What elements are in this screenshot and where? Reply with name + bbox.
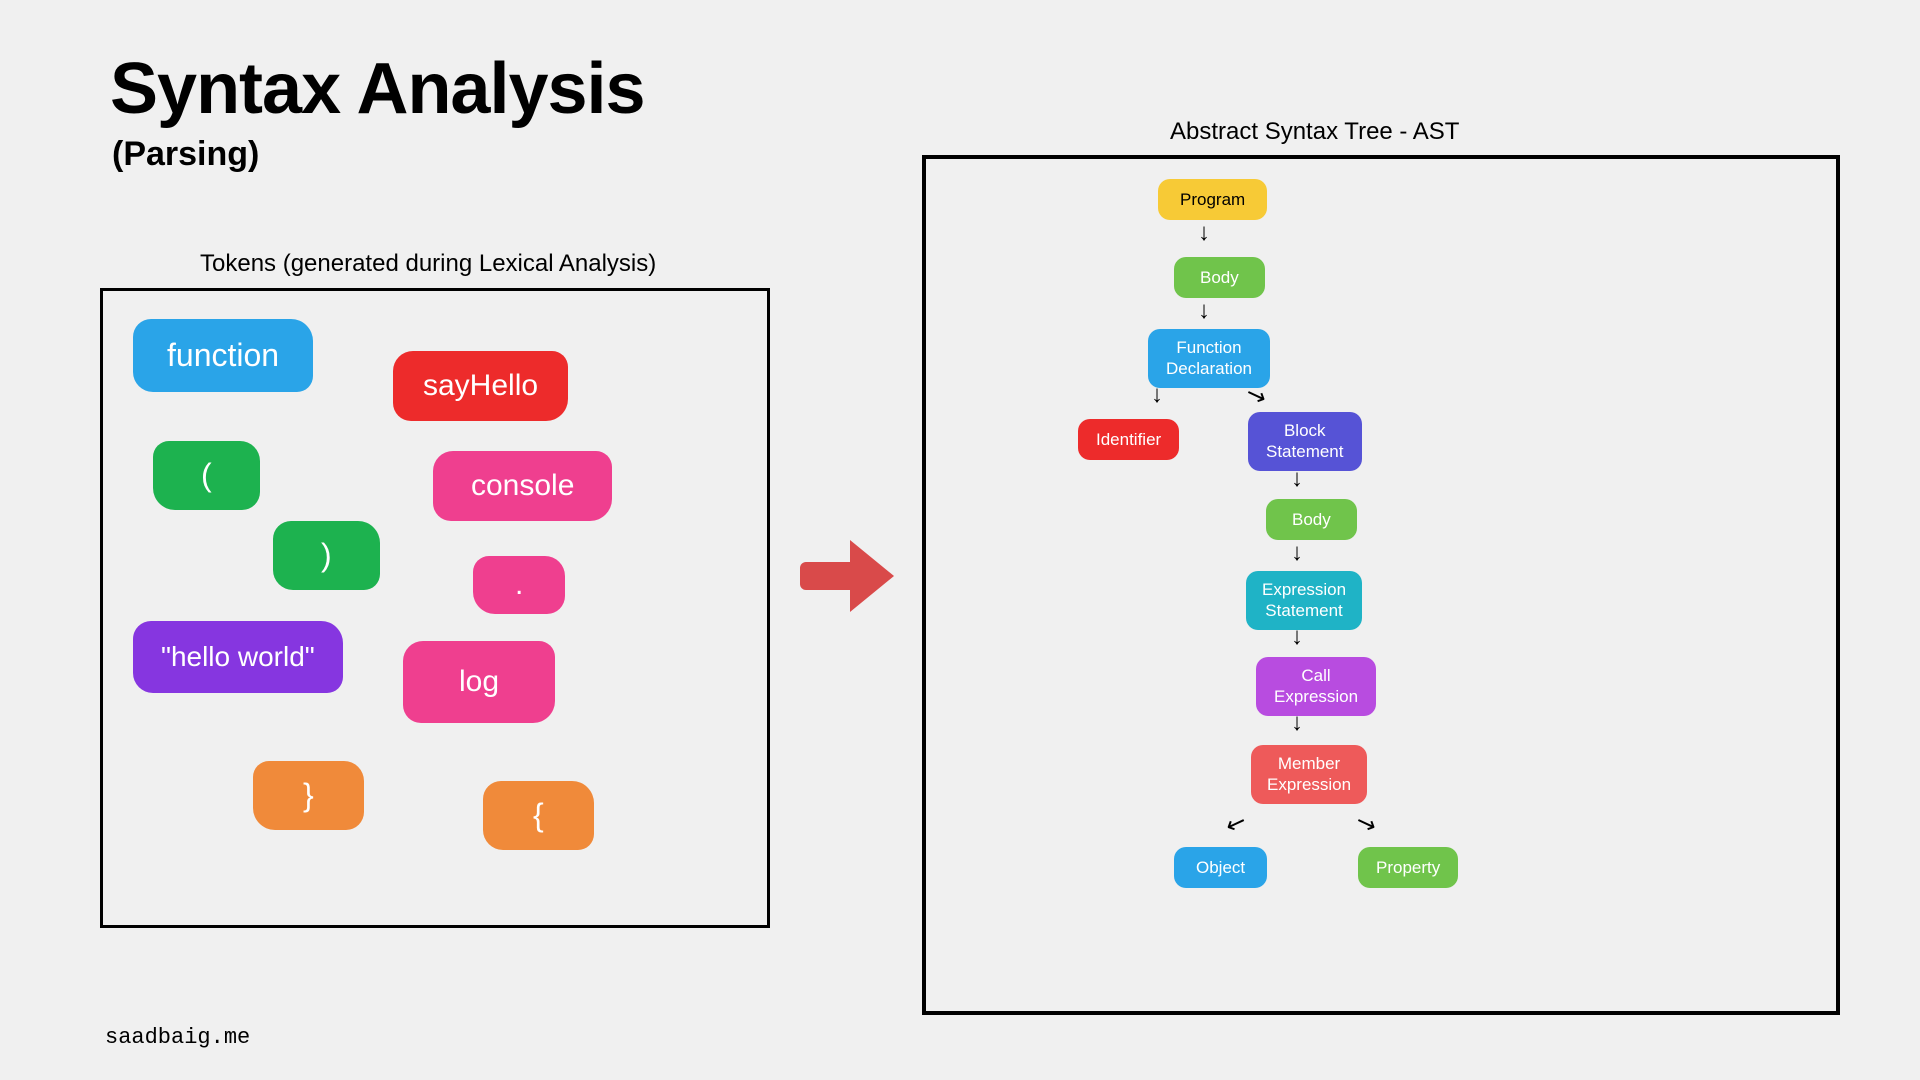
ast-container: Program ↓ Body ↓ FunctionDeclaration ↓ ↘… <box>922 155 1840 1015</box>
ast-node-property: Property <box>1358 847 1458 888</box>
arrow-down-icon: ↓ <box>1291 709 1303 737</box>
tokens-container: function sayHello ( ) console . "hello w… <box>100 288 770 928</box>
ast-node-member-expression: MemberExpression <box>1251 745 1367 804</box>
arrow-down-icon: ↓ <box>1291 539 1303 567</box>
arrow-down-left-icon: ↙ <box>1222 806 1251 840</box>
ast-node-call-expression: CallExpression <box>1256 657 1376 716</box>
token-console: console <box>433 451 612 521</box>
ast-node-object: Object <box>1174 847 1267 888</box>
token-sayhello: sayHello <box>393 351 568 421</box>
ast-node-body: Body <box>1174 257 1265 298</box>
ast-node-program: Program <box>1158 179 1267 220</box>
token-function: function <box>133 319 313 392</box>
ast-node-body: Body <box>1266 499 1357 540</box>
arrow-icon <box>800 540 900 610</box>
ast-node-expression-statement: ExpressionStatement <box>1246 571 1362 630</box>
token-left-brace: { <box>483 781 594 850</box>
ast-node-function-declaration: FunctionDeclaration <box>1148 329 1270 388</box>
tokens-label: Tokens (generated during Lexical Analysi… <box>200 250 656 278</box>
arrow-down-right-icon: ↘ <box>1352 806 1381 840</box>
token-open-paren: ( <box>153 441 260 510</box>
page-title: Syntax Analysis <box>110 48 645 130</box>
token-dot: . <box>473 556 565 614</box>
token-hello-world: "hello world" <box>133 621 343 693</box>
token-log: log <box>403 641 555 723</box>
ast-label: Abstract Syntax Tree - AST <box>1170 118 1459 146</box>
arrow-down-icon: ↓ <box>1198 219 1210 247</box>
ast-node-block-statement: BlockStatement <box>1248 412 1362 471</box>
arrow-down-icon: ↓ <box>1151 381 1163 409</box>
ast-node-identifier: Identifier <box>1078 419 1179 460</box>
footer-credit: saadbaig.me <box>105 1025 250 1050</box>
arrow-down-icon: ↓ <box>1198 297 1210 325</box>
arrow-down-icon: ↓ <box>1291 623 1303 651</box>
token-close-paren: ) <box>273 521 380 590</box>
page-subtitle: (Parsing) <box>112 135 259 174</box>
arrow-down-icon: ↓ <box>1291 465 1303 493</box>
token-right-brace: } <box>253 761 364 830</box>
